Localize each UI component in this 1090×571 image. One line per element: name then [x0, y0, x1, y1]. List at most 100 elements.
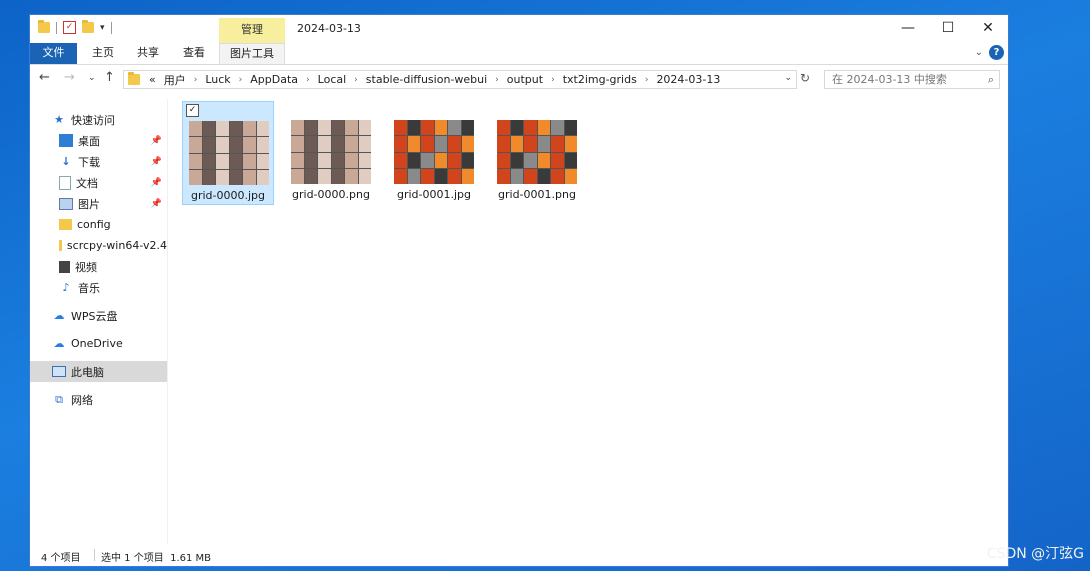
customize-toolbar-icon[interactable]: ▾: [100, 23, 105, 33]
sidebar-item-desktop[interactable]: 桌面 📌: [30, 130, 167, 151]
file-name: grid-0000.png: [292, 188, 370, 201]
tab-file[interactable]: 文件: [30, 43, 77, 64]
breadcrumb-item[interactable]: 用户: [160, 72, 190, 88]
ribbon-tabs: 文件 主页 共享 查看 图片工具 ⌄ ?: [30, 43, 1008, 65]
pane-divider[interactable]: [167, 99, 168, 544]
chevron-right-icon[interactable]: ›: [641, 75, 653, 85]
sidebar-item-network[interactable]: ⧉ 网络: [30, 389, 167, 410]
folder-icon: [128, 72, 140, 85]
back-arrow-icon[interactable]: ←: [39, 70, 50, 85]
maximize-button[interactable]: ☐: [928, 15, 968, 43]
download-icon: ↓: [61, 155, 71, 168]
sidebar-item-label: 音乐: [78, 281, 100, 295]
sidebar-item-quick-access[interactable]: ★ 快速访问: [30, 109, 167, 130]
sidebar-item-label: WPS云盘: [71, 309, 118, 323]
file-tile[interactable]: grid-0001.png: [491, 101, 583, 205]
refresh-icon[interactable]: ↻: [800, 71, 810, 85]
file-tile[interactable]: ✓ grid-0000.jpg: [182, 101, 274, 205]
sidebar-item-label: 桌面: [78, 134, 100, 148]
new-folder-icon[interactable]: [82, 20, 94, 33]
sidebar-item-pictures[interactable]: 图片 📌: [30, 193, 167, 214]
chevron-down-icon[interactable]: ⌄: [784, 73, 792, 83]
star-icon: ★: [54, 113, 64, 126]
close-button[interactable]: ✕: [968, 15, 1008, 43]
file-tile[interactable]: grid-0001.jpg: [388, 101, 480, 205]
chevron-right-icon[interactable]: ›: [491, 75, 503, 85]
selection-info: 选中 1 个项目 1.61 MB: [101, 553, 212, 564]
search-icon[interactable]: ⌕: [988, 71, 994, 88]
breadcrumb-item[interactable]: stable-diffusion-webui: [362, 73, 491, 86]
chevron-right-icon[interactable]: ›: [235, 75, 247, 85]
breadcrumb-item[interactable]: output: [503, 73, 547, 86]
explorer-window: ✓ ▾ 管理 2024-03-13 — ☐ ✕ 文件 主页 共享 查看 图片工具…: [29, 14, 1009, 567]
network-icon: ⧉: [55, 393, 63, 406]
help-icon[interactable]: ?: [989, 45, 1004, 60]
file-tile[interactable]: grid-0000.png: [285, 101, 377, 205]
sidebar-item-label: config: [77, 218, 111, 231]
navigation-pane: ★ 快速访问 桌面 📌 ↓ 下载 📌 文档 📌 图片 📌 config scrc…: [30, 99, 167, 544]
tab-view[interactable]: 查看: [173, 43, 215, 64]
chevron-right-icon[interactable]: ›: [302, 75, 314, 85]
divider: [110, 21, 112, 34]
breadcrumb-item[interactable]: AppData: [246, 73, 302, 86]
sidebar-item-music[interactable]: ♪ 音乐: [30, 277, 167, 298]
pin-icon: 📌: [150, 177, 162, 188]
sidebar-item-label: 图片: [78, 197, 100, 211]
breadcrumb-item[interactable]: 2024-03-13: [652, 73, 724, 86]
tab-picture-tools[interactable]: 图片工具: [219, 43, 285, 64]
watermark: CSDN @汀弦G: [986, 546, 1084, 562]
sidebar-item-label: 下载: [78, 155, 100, 169]
quick-access-toolbar: ✓ ▾: [38, 20, 112, 34]
sidebar-item-label: 文档: [76, 176, 98, 190]
chevron-right-icon[interactable]: ›: [190, 75, 202, 85]
document-icon: [59, 175, 71, 190]
desktop-icon: [59, 134, 73, 147]
folder-icon: [59, 219, 72, 230]
image-thumbnail: [497, 120, 577, 184]
search-input[interactable]: 在 2024-03-13 中搜索 ⌕: [824, 70, 1000, 89]
breadcrumb-item[interactable]: txt2img-grids: [559, 73, 641, 86]
folder-icon: [38, 20, 50, 33]
chevron-down-icon[interactable]: ⌄: [975, 47, 983, 58]
checkbox-icon[interactable]: ✓: [186, 104, 199, 117]
address-bar[interactable]: « 用户 › Luck › AppData › Local › stable-d…: [123, 70, 797, 89]
sidebar-item-wps-cloud[interactable]: ☁ WPS云盘: [30, 305, 167, 326]
breadcrumb-item[interactable]: Luck: [201, 73, 234, 86]
sidebar-item-onedrive[interactable]: ☁ OneDrive: [30, 333, 167, 354]
breadcrumb-overflow[interactable]: «: [145, 73, 160, 86]
sidebar-item-config[interactable]: config: [30, 214, 167, 235]
sidebar-item-documents[interactable]: 文档 📌: [30, 172, 167, 193]
tab-home[interactable]: 主页: [82, 43, 124, 64]
file-name: grid-0001.jpg: [396, 188, 472, 201]
breadcrumb-item[interactable]: Local: [314, 73, 351, 86]
folder-icon: [59, 240, 62, 251]
sidebar-item-this-pc[interactable]: 此电脑: [30, 361, 167, 382]
sidebar-item-label: OneDrive: [71, 337, 123, 350]
sidebar-item-videos[interactable]: 视频: [30, 256, 167, 277]
sidebar-item-scrcpy[interactable]: scrcpy-win64-v2.4: [30, 235, 167, 256]
properties-icon[interactable]: ✓: [63, 21, 76, 34]
divider: [94, 549, 95, 561]
tab-share[interactable]: 共享: [128, 43, 168, 64]
chevron-right-icon[interactable]: ›: [350, 75, 362, 85]
status-bar: 4 个项目 选中 1 个项目 1.61 MB: [30, 544, 1008, 566]
title-bar: ✓ ▾ 管理 2024-03-13 — ☐ ✕: [30, 15, 1008, 43]
sidebar-item-label: scrcpy-win64-v2.4: [66, 239, 167, 252]
image-thumbnail: [189, 121, 269, 185]
forward-arrow-icon[interactable]: →: [64, 70, 75, 85]
onedrive-icon: ☁: [53, 337, 65, 350]
pin-icon: 📌: [150, 198, 162, 209]
cloud-icon: ☁: [53, 309, 65, 322]
minimize-button[interactable]: —: [888, 15, 928, 43]
image-thumbnail: [291, 120, 371, 184]
tab-manage[interactable]: 管理: [219, 18, 285, 43]
chevron-right-icon[interactable]: ›: [547, 75, 559, 85]
sidebar-item-downloads[interactable]: ↓ 下载 📌: [30, 151, 167, 172]
file-name: grid-0001.png: [498, 188, 576, 201]
pictures-icon: [59, 197, 73, 210]
pin-icon: 📌: [150, 156, 162, 167]
up-arrow-icon[interactable]: ↑: [104, 70, 115, 85]
video-icon: [59, 260, 70, 273]
recent-locations-icon[interactable]: ⌄: [88, 73, 96, 83]
this-pc-icon: [52, 366, 66, 377]
